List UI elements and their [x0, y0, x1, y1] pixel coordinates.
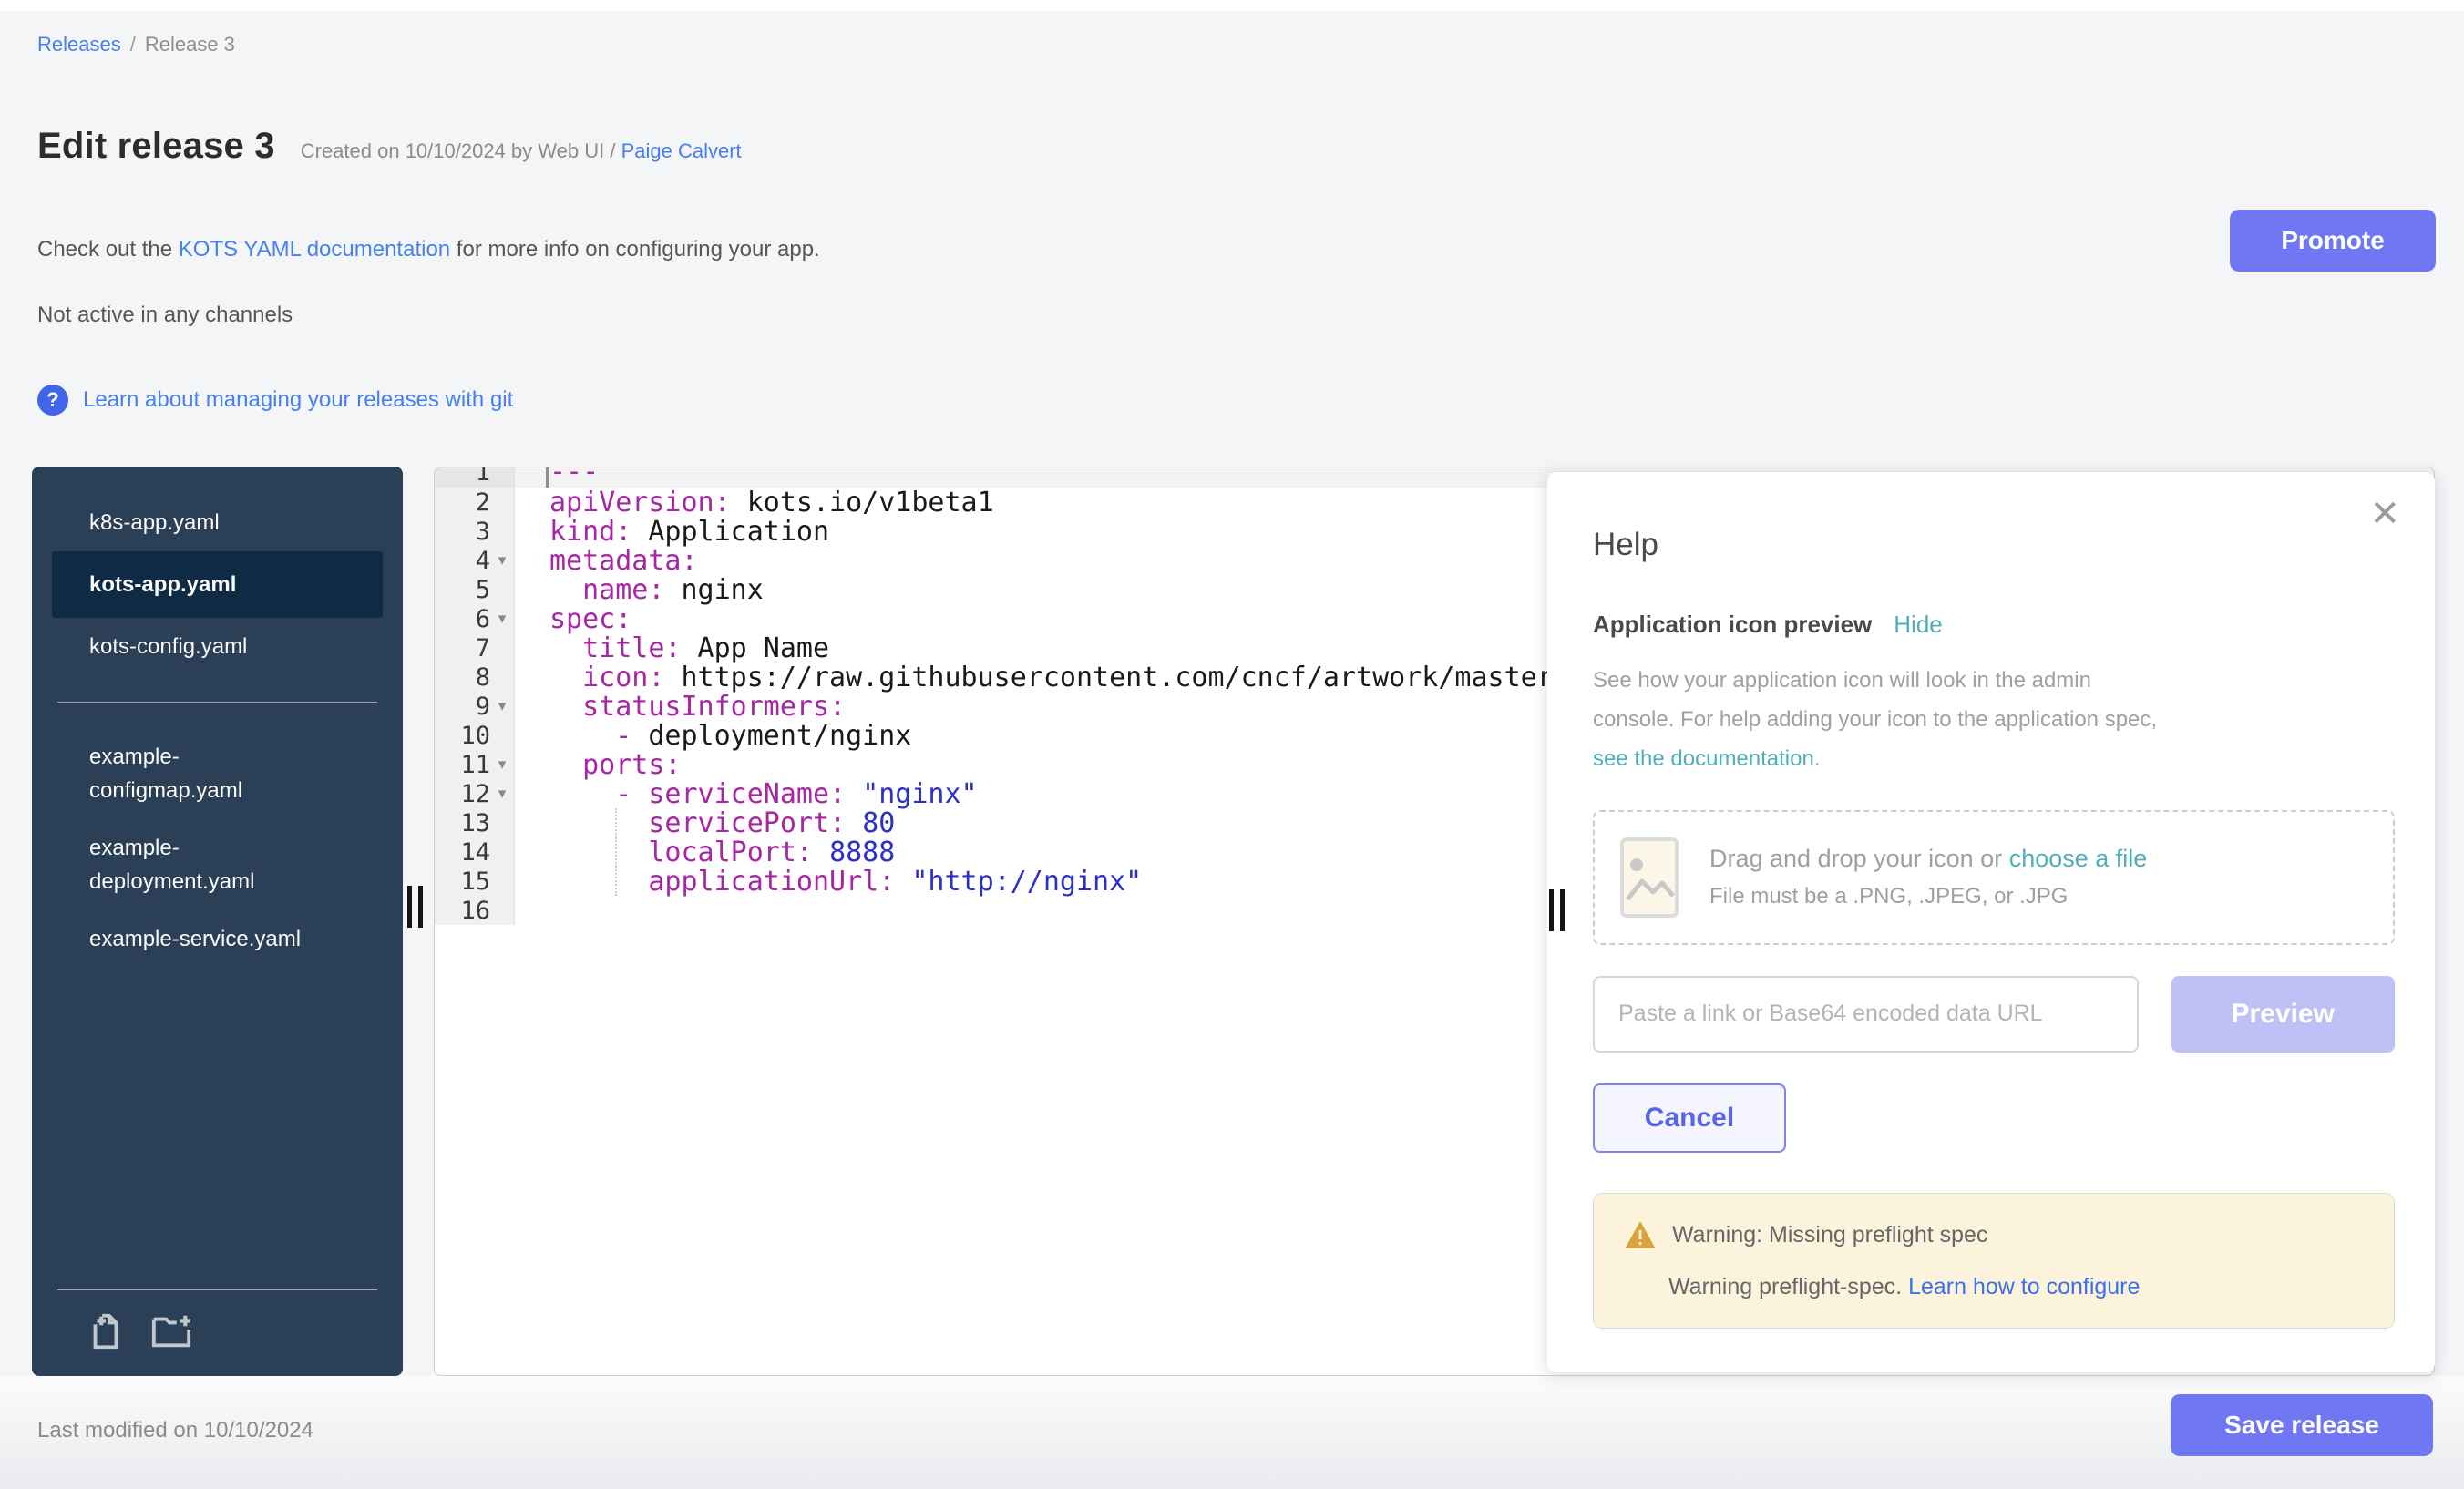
docs-line: Check out the KOTS YAML documentation fo… [37, 237, 820, 262]
file-item-kots-config.yaml[interactable]: kots-config.yaml [89, 618, 328, 675]
promote-button[interactable]: Promote [2230, 210, 2436, 272]
desc-line-1: See how your application icon will look … [1593, 661, 2395, 700]
folder-plus-icon[interactable] [150, 1310, 192, 1352]
fold-arrow-icon[interactable]: ▾ [490, 610, 514, 628]
indent-guide [615, 867, 617, 896]
gutter-line-number: 2 [435, 488, 515, 517]
gutter-line-number: 1 [435, 467, 515, 488]
breadcrumb-releases-link[interactable]: Releases [37, 33, 121, 56]
gutter-line-number: 7 [435, 633, 515, 662]
question-icon: ? [37, 385, 68, 416]
preflight-warning-box: Warning: Missing preflight spec Warning … [1593, 1193, 2395, 1329]
fold-arrow-icon[interactable]: ▾ [490, 755, 514, 774]
icon-url-row: Preview [1593, 976, 2395, 1053]
indent-guide [615, 808, 617, 837]
breadcrumb-separator: / [130, 33, 136, 56]
fold-arrow-icon[interactable]: ▾ [490, 785, 514, 803]
warning-triangle-icon [1625, 1221, 1656, 1250]
file-list-bottom: example-configmap.yamlexample-deployment… [32, 728, 403, 969]
close-icon[interactable]: ✕ [2369, 496, 2400, 532]
created-prefix: Created on 10/10/2024 by Web UI / [301, 139, 616, 162]
gutter-line-number: 5 [435, 575, 515, 604]
help-panel: ✕ Help Application icon preview Hide See… [1547, 472, 2435, 1372]
dropzone-prefix: Drag and drop your icon or [1709, 845, 2009, 872]
file-item-k8s-app.yaml[interactable]: k8s-app.yaml [89, 494, 328, 551]
see-documentation-link[interactable]: see the documentation [1593, 746, 1814, 771]
channel-status: Not active in any channels [37, 303, 293, 328]
cancel-button[interactable]: Cancel [1593, 1083, 1786, 1153]
git-help-row: ? Learn about managing your releases wit… [37, 385, 513, 416]
breadcrumb-current: Release 3 [145, 33, 235, 56]
indent-guide [615, 837, 617, 867]
warning-detail-prefix: Warning preflight-spec. [1668, 1274, 1908, 1299]
file-tree-divider [57, 702, 377, 703]
file-tree-sidebar: k8s-app.yamlkots-app.yamlkots-config.yam… [32, 467, 403, 1376]
fold-arrow-icon[interactable]: ▾ [490, 697, 514, 715]
page-title: Edit release 3 [37, 126, 275, 167]
image-placeholder-icon [1620, 837, 1679, 918]
file-plus-icon[interactable] [85, 1310, 127, 1352]
hide-link[interactable]: Hide [1894, 611, 1942, 639]
gutter-line-number: 6▾ [435, 604, 515, 633]
sidebar-resize-handle[interactable] [407, 886, 423, 928]
gutter-line-number: 16 [435, 896, 515, 925]
sidebar-footer [32, 1264, 403, 1376]
gutter-line-number: 8 [435, 662, 515, 692]
icon-preview-title: Application icon preview [1593, 611, 1872, 639]
icon-preview-section-header: Application icon preview Hide [1593, 611, 2395, 639]
desc-period: . [1814, 746, 1821, 771]
last-modified-text: Last modified on 10/10/2024 [37, 1418, 313, 1443]
file-list-top: k8s-app.yamlkots-app.yamlkots-config.yam… [32, 494, 403, 676]
gutter-line-number: 4▾ [435, 546, 515, 575]
file-item-example-deployment.yaml[interactable]: example-deployment.yaml [89, 819, 328, 910]
gutter-line-number: 13 [435, 808, 515, 837]
choose-file-link[interactable]: choose a file [2009, 845, 2148, 872]
dropzone-note: File must be a .PNG, .JPEG, or .JPG [1709, 884, 2147, 909]
file-item-example-configmap.yaml[interactable]: example-configmap.yaml [89, 728, 328, 819]
docs-suffix: for more info on configuring your app. [450, 237, 820, 262]
gutter-line-number: 12▾ [435, 779, 515, 808]
created-text: Created on 10/10/2024 by Web UI / Paige … [301, 139, 742, 163]
file-item-kots-app.yaml[interactable]: kots-app.yaml [52, 551, 383, 618]
gutter-line-number: 9▾ [435, 692, 515, 721]
kots-yaml-docs-link[interactable]: KOTS YAML documentation [179, 237, 450, 262]
top-strip [0, 0, 2464, 11]
title-row: Edit release 3 Created on 10/10/2024 by … [37, 126, 742, 167]
gutter-line-number: 10 [435, 721, 515, 750]
icon-dropzone[interactable]: Drag and drop your icon or choose a file… [1593, 810, 2395, 945]
save-release-button[interactable]: Save release [2171, 1394, 2433, 1456]
footer-bar: Last modified on 10/10/2024 Save release [0, 1376, 2464, 1489]
gutter-line-number: 14 [435, 837, 515, 867]
git-help-link[interactable]: Learn about managing your releases with … [83, 387, 513, 413]
warning-detail: Warning preflight-spec. Learn how to con… [1625, 1274, 2363, 1300]
breadcrumb: Releases / Release 3 [37, 33, 235, 56]
icon-preview-description: See how your application icon will look … [1593, 661, 2395, 779]
icon-url-input[interactable] [1593, 976, 2139, 1053]
dropzone-text: Drag and drop your icon or choose a file… [1709, 845, 2147, 909]
fold-arrow-icon[interactable]: ▾ [490, 551, 514, 570]
gutter-line-number: 15 [435, 867, 515, 896]
file-item-example-service.yaml[interactable]: example-service.yaml [89, 910, 328, 968]
help-panel-resize-handle[interactable] [1549, 889, 1565, 931]
docs-prefix: Check out the [37, 237, 179, 262]
created-by-link[interactable]: Paige Calvert [621, 139, 742, 162]
warning-text: Warning: Missing preflight spec [1672, 1222, 1987, 1248]
gutter-line-number: 11▾ [435, 750, 515, 779]
text-cursor [546, 467, 549, 488]
help-panel-title: Help [1593, 527, 2395, 563]
gutter-line-number: 3 [435, 517, 515, 546]
preview-button[interactable]: Preview [2171, 976, 2396, 1053]
warning-configure-link[interactable]: Learn how to configure [1908, 1274, 2140, 1299]
desc-line-2: console. For help adding your icon to th… [1593, 700, 2395, 739]
